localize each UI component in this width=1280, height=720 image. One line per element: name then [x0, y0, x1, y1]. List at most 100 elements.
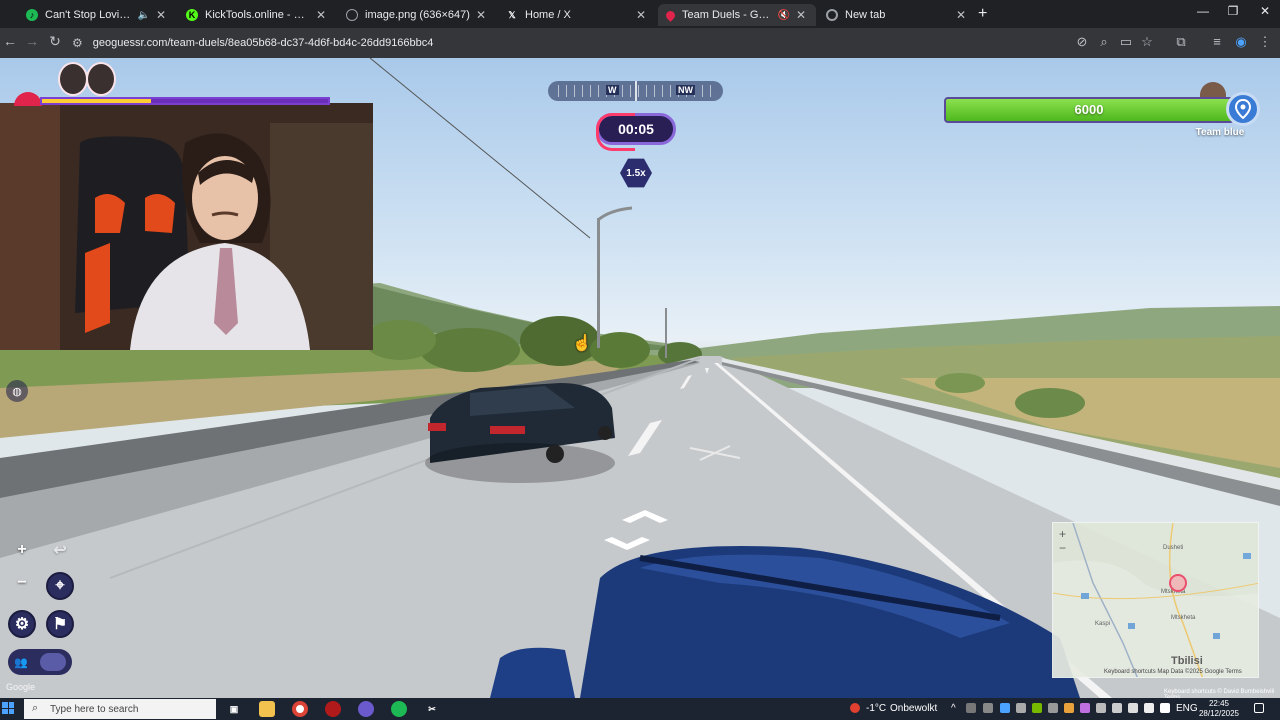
team-chat-button[interactable]: 👥: [8, 649, 72, 675]
weather-temperature[interactable]: -1°C: [866, 703, 886, 714]
geoguessr-icon: [664, 8, 677, 22]
close-icon[interactable]: ✕: [634, 8, 648, 22]
return-to-start-pin-icon[interactable]: ⌖: [46, 572, 74, 600]
tab-title: Home / X: [525, 9, 571, 21]
minimap-zoom-out-button[interactable]: −: [1059, 541, 1066, 555]
opponent-health-depleted: [150, 99, 328, 103]
clock-time: 22:45: [1208, 699, 1230, 708]
microphone-icon[interactable]: [1128, 703, 1138, 713]
forward-button[interactable]: →: [22, 33, 42, 49]
chat-icon[interactable]: ◍: [6, 380, 28, 402]
speaker-icon[interactable]: 🔈: [138, 10, 150, 21]
nvidia-icon[interactable]: [1032, 703, 1042, 713]
undo-move-icon[interactable]: ↩: [46, 536, 74, 564]
spotify-taskbar-icon[interactable]: [391, 701, 407, 717]
clock-date: 28/12/2025: [1198, 709, 1240, 718]
settings-gear-icon[interactable]: ⚙: [8, 610, 36, 638]
volume-icon[interactable]: [1160, 703, 1170, 713]
back-button[interactable]: ←: [0, 33, 20, 49]
browser-tab-strip: ♪ Can't Stop Loving You • Ki 🔈 ✕ K KickT…: [0, 0, 1280, 28]
tab-search-icon[interactable]: ≡: [1208, 34, 1226, 49]
menu-icon[interactable]: ⋮: [1256, 34, 1274, 50]
zoom-out-button[interactable]: −: [8, 569, 36, 597]
x-icon: 𝕏: [508, 9, 516, 20]
timer-text: 00:05: [618, 121, 654, 137]
zoom-icon[interactable]: ⌕: [1095, 34, 1113, 50]
close-window-button[interactable]: ✕: [1250, 4, 1280, 18]
eye-off-icon[interactable]: ⊘: [1073, 34, 1091, 50]
teammate-avatars: [39, 653, 66, 671]
close-icon[interactable]: ✕: [794, 8, 808, 22]
minimap-attribution[interactable]: Keyboard shortcuts Map Data ©2025 Google…: [1104, 669, 1242, 675]
site-info-icon[interactable]: ⚙: [72, 36, 83, 50]
team-icon: 👥: [14, 656, 28, 669]
profile-icon[interactable]: ◉: [1232, 34, 1250, 50]
google-logo: Google: [6, 682, 36, 692]
weather-icon[interactable]: [850, 703, 860, 713]
url-field[interactable]: ⚙ geoguessr.com/team-duels/8ea05b68-dc37…: [72, 32, 1072, 54]
minimap-terrain: [1053, 523, 1258, 677]
team-pin-icon: [1226, 92, 1260, 126]
tray-app-icon[interactable]: [1080, 703, 1090, 713]
taskbar-search-box[interactable]: ⌕ Type here to search: [24, 699, 216, 719]
zoom-in-button[interactable]: +: [8, 536, 36, 564]
notification-icon[interactable]: [1254, 703, 1264, 713]
search-icon: ⌕: [32, 702, 39, 714]
compass-west-label: W: [606, 85, 619, 95]
spotify-icon: ♪: [26, 9, 38, 21]
tray-app-icon[interactable]: [1048, 703, 1058, 713]
new-tab-button[interactable]: +: [978, 5, 987, 23]
discord-icon[interactable]: [358, 701, 374, 717]
tray-app-icon[interactable]: [1064, 703, 1074, 713]
guess-minimap[interactable]: + − Dusheti Kaspi Mtskheta Mtskheta Tbil…: [1052, 522, 1259, 678]
opponent-health-bar: [40, 97, 330, 105]
flag-checkpoint-icon[interactable]: ⚑: [46, 610, 74, 638]
extensions-icon[interactable]: ⧉: [1172, 34, 1190, 50]
tab-x[interactable]: 𝕏 Home / X ✕: [498, 4, 656, 26]
close-icon[interactable]: ✕: [154, 8, 168, 22]
obs-icon[interactable]: [325, 701, 341, 717]
start-windows-icon[interactable]: [2, 702, 14, 714]
team-health-value: 6000: [1074, 102, 1104, 117]
cast-icon[interactable]: ▭: [1117, 34, 1135, 50]
weather-condition[interactable]: Onbewolkt: [890, 703, 937, 714]
tray-app-icon[interactable]: [1096, 703, 1106, 713]
mouse-pointer-icon: ☝: [572, 335, 592, 352]
avatar: [86, 62, 116, 96]
round-timer: 00:05: [596, 113, 676, 151]
guess-marker-icon: [1169, 574, 1187, 592]
tab-kicktools[interactable]: K KickTools.online - Ultimate Kick ✕: [178, 4, 336, 26]
url-text: geoguessr.com/team-duels/8ea05b68-dc37-4…: [92, 37, 434, 49]
snipping-tool-icon[interactable]: ✂: [424, 701, 440, 717]
tab-title: image.png (636×647): [365, 9, 470, 21]
close-icon[interactable]: ✕: [474, 8, 488, 22]
tab-image[interactable]: image.png (636×647) ✕: [338, 4, 496, 26]
address-bar: ← → ↻ ⚙ geoguessr.com/team-duels/8ea05b6…: [0, 28, 1280, 58]
restore-button[interactable]: ❐: [1218, 4, 1248, 18]
reload-button[interactable]: ↻: [45, 33, 65, 50]
avatar: [58, 62, 88, 96]
tab-geoguessr[interactable]: Team Duels - GeoGuessr 🔇 ✕: [658, 4, 816, 26]
taskbar-clock[interactable]: 22:45 28/12/2025: [1196, 699, 1242, 719]
bookmark-star-icon[interactable]: ☆: [1138, 34, 1156, 50]
tab-newtab[interactable]: New tab ✕: [818, 4, 976, 26]
tray-app-icon[interactable]: [1016, 703, 1026, 713]
chrome-taskbar-icon[interactable]: [292, 701, 308, 717]
minimize-button[interactable]: —: [1188, 4, 1218, 18]
tray-app-icon[interactable]: [983, 703, 993, 713]
network-icon[interactable]: [1144, 703, 1154, 713]
tab-title: KickTools.online - Ultimate Kick: [205, 9, 310, 21]
tray-expand-icon[interactable]: ^: [951, 703, 956, 714]
muted-speaker-icon[interactable]: 🔇: [778, 10, 790, 21]
minimap-zoom-in-button[interactable]: +: [1059, 527, 1066, 541]
tray-app-icon[interactable]: [1000, 703, 1010, 713]
close-icon[interactable]: ✕: [954, 8, 968, 22]
close-icon[interactable]: ✕: [314, 8, 328, 22]
tab-spotify[interactable]: ♪ Can't Stop Loving You • Ki 🔈 ✕: [18, 4, 176, 26]
team-name-label: Team blue: [1195, 127, 1245, 138]
task-view-icon[interactable]: ▣: [226, 701, 242, 717]
tray-app-icon[interactable]: [966, 703, 976, 713]
tray-app-icon[interactable]: [1112, 703, 1122, 713]
file-explorer-icon[interactable]: [259, 701, 275, 717]
language-indicator[interactable]: ENG: [1176, 703, 1198, 714]
